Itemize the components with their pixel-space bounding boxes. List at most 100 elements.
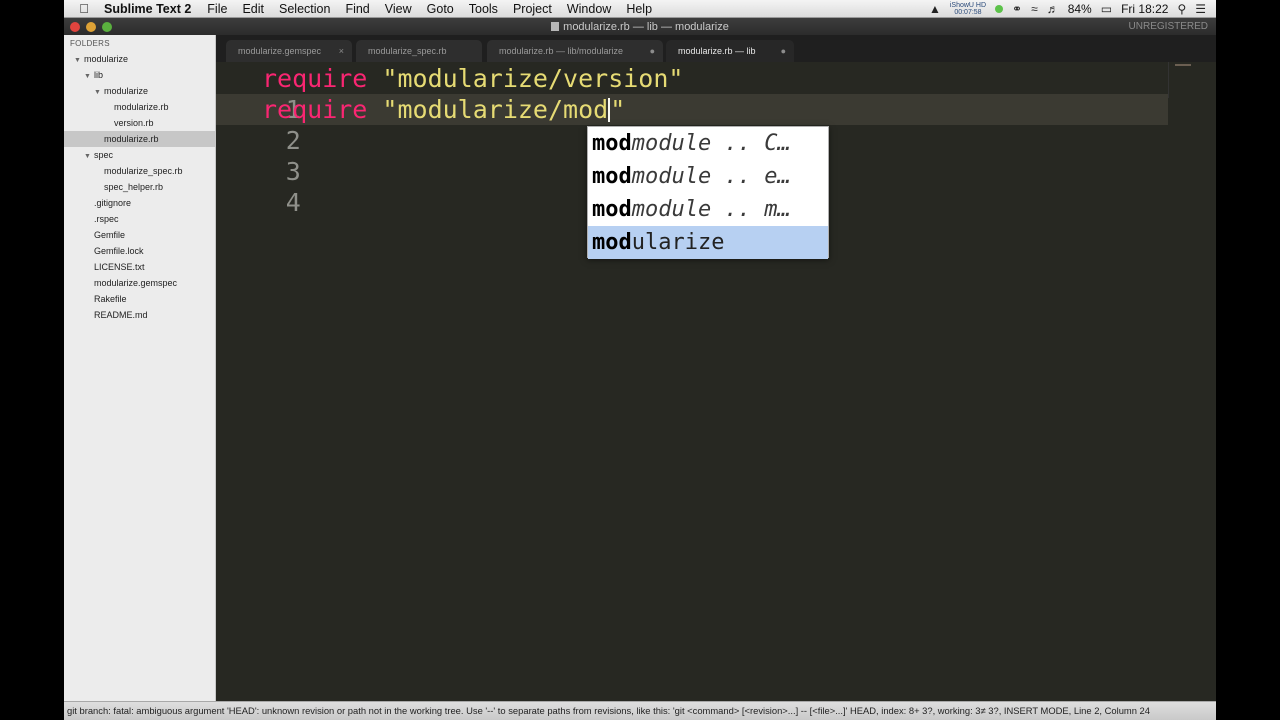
sidebar-file[interactable]: modularize.rb bbox=[64, 131, 216, 147]
recorder-status[interactable]: iShowU HD 00:07:58 bbox=[950, 2, 986, 16]
tab-label: modularize.rb — lib/modularize bbox=[499, 46, 624, 56]
tab-modularize-gemspec[interactable]: modularize.gemspec × bbox=[226, 40, 352, 62]
status-text: git branch: fatal: ambiguous argument 'H… bbox=[67, 705, 1150, 716]
code-line-3[interactable]: 3 bbox=[216, 125, 310, 186]
unsaved-dot-icon[interactable]: ● bbox=[781, 40, 786, 62]
menu-file[interactable]: File bbox=[207, 2, 227, 16]
menu-extras: ▲ iShowU HD 00:07:58 ⚭ ≈ ♬ 84% ▭ Fri 18:… bbox=[929, 2, 1216, 16]
sidebar-item-label: modularize bbox=[104, 86, 149, 96]
sidebar-file[interactable]: Gemfile bbox=[64, 227, 216, 243]
letterbox-left bbox=[0, 0, 64, 720]
sidebar-folder[interactable]: ▼ spec bbox=[64, 147, 216, 163]
autocomplete-item-selected[interactable]: modularize bbox=[588, 226, 828, 259]
menu-view[interactable]: View bbox=[385, 2, 412, 16]
close-window-button[interactable] bbox=[70, 21, 80, 32]
clock[interactable]: Fri 18:22 bbox=[1121, 2, 1168, 16]
zoom-window-button[interactable] bbox=[102, 21, 112, 32]
unregistered-label: UNREGISTERED bbox=[1128, 21, 1208, 32]
drive-icon[interactable]: ▲ bbox=[929, 2, 941, 16]
battery-percentage[interactable]: 84% bbox=[1068, 2, 1092, 16]
autocomplete-hint: module .. C… bbox=[631, 131, 791, 156]
menu-edit[interactable]: Edit bbox=[242, 2, 264, 16]
recorder-label: iShowU HD bbox=[949, 1, 987, 9]
sidebar-file[interactable]: modularize_spec.rb bbox=[64, 163, 216, 179]
sidebar-file[interactable]: Rakefile bbox=[64, 291, 216, 307]
autocomplete-match: mod bbox=[592, 164, 632, 189]
sidebar-item-label: Rakefile bbox=[94, 294, 127, 304]
code-line-1[interactable]: 1 require "modularize/version" bbox=[216, 63, 683, 124]
code-keyword: require bbox=[262, 95, 368, 124]
autocomplete-match: mod bbox=[592, 131, 632, 156]
window-controls bbox=[64, 21, 184, 32]
folders-header: FOLDERS bbox=[70, 39, 110, 48]
sidebar-file[interactable]: modularize.gemspec bbox=[64, 275, 216, 291]
sidebar-item-label: version.rb bbox=[114, 118, 154, 128]
sidebar-item-label: modularize.gemspec bbox=[94, 278, 178, 288]
menu-window[interactable]: Window bbox=[567, 2, 611, 16]
sidebar-file[interactable]: .gitignore bbox=[64, 195, 216, 211]
sidebar-item-label: .gitignore bbox=[94, 198, 132, 208]
letterbox-right bbox=[1216, 0, 1280, 720]
sidebar-folder[interactable]: ▼ lib bbox=[64, 67, 216, 83]
close-icon[interactable]: × bbox=[339, 40, 344, 62]
menu-help[interactable]: Help bbox=[626, 2, 652, 16]
spotlight-search-icon[interactable]: ⚲ bbox=[1177, 2, 1186, 16]
menu-tools[interactable]: Tools bbox=[469, 2, 498, 16]
tab-label: modularize.rb — lib bbox=[678, 46, 756, 56]
sidebar-file[interactable]: spec_helper.rb bbox=[64, 179, 216, 195]
minimize-window-button[interactable] bbox=[86, 21, 96, 32]
wifi-icon[interactable]: ≈ bbox=[1031, 2, 1038, 16]
window-title-bar[interactable]: modularize.rb — lib — modularize UNREGIS… bbox=[64, 18, 1216, 35]
minimap-viewport bbox=[1175, 64, 1191, 66]
sidebar-file[interactable]: version.rb bbox=[64, 115, 216, 131]
sidebar-file[interactable]: LICENSE.txt bbox=[64, 259, 216, 275]
sidebar: FOLDERS ▼ modularize ▼ lib ▼ modularize modula… bbox=[64, 35, 216, 701]
code-line-4[interactable]: 4 bbox=[216, 156, 310, 217]
menu-bar:  Sublime Text 2 File Edit Selection Fin… bbox=[64, 0, 1216, 18]
sidebar-item-label: LICENSE.txt bbox=[94, 262, 145, 272]
autocomplete-item[interactable]: modmodule .. m… bbox=[588, 193, 828, 226]
sidebar-folder[interactable]: ▼ modularize bbox=[64, 83, 216, 99]
sidebar-item-label: spec_helper.rb bbox=[104, 182, 164, 192]
sidebar-item-label: .rspec bbox=[94, 214, 119, 224]
sidebar-file[interactable]: modularize.rb bbox=[64, 99, 216, 115]
notifications-list-icon[interactable]: ☰ bbox=[1195, 2, 1206, 16]
sidebar-item-label: spec bbox=[94, 150, 114, 160]
apple-icon[interactable]:  bbox=[64, 1, 104, 16]
headphones-icon[interactable]: ⚭ bbox=[1012, 2, 1022, 16]
autocomplete-item[interactable]: modmodule .. e… bbox=[588, 160, 828, 193]
menu-selection[interactable]: Selection bbox=[279, 2, 330, 16]
document-icon bbox=[551, 21, 560, 31]
line-number: 4 bbox=[285, 188, 301, 217]
autocomplete-match: mod bbox=[592, 197, 632, 222]
sidebar-item-label: modularize.rb bbox=[104, 134, 159, 144]
sidebar-item-label: Gemfile.lock bbox=[94, 246, 144, 256]
code-line-2[interactable]: 2 require "modularize/mod" bbox=[216, 94, 625, 155]
tab-label: modularize.gemspec bbox=[238, 46, 322, 56]
recorder-time: 00:07:58 bbox=[954, 8, 982, 16]
sidebar-item-label: modularize.rb bbox=[114, 102, 169, 112]
menu-goto[interactable]: Goto bbox=[427, 2, 454, 16]
tab-modularize-rb-lib[interactable]: modularize.rb — lib ● bbox=[666, 40, 794, 62]
sidebar-item-label: Gemfile bbox=[94, 230, 126, 240]
menu-project[interactable]: Project bbox=[513, 2, 552, 16]
window-title: modularize.rb — lib — modularize bbox=[64, 21, 1216, 33]
battery-icon[interactable]: ▭ bbox=[1101, 2, 1112, 16]
sidebar-item-label: modularize bbox=[84, 54, 129, 64]
tab-modularize-rb-lib-modularize[interactable]: modularize.rb — lib/modularize ● bbox=[487, 40, 663, 62]
sidebar-file[interactable]: .rspec bbox=[64, 211, 216, 227]
sidebar-file[interactable]: Gemfile.lock bbox=[64, 243, 216, 259]
unsaved-dot-icon[interactable]: ● bbox=[650, 40, 655, 62]
menu-find[interactable]: Find bbox=[345, 2, 369, 16]
sidebar-file[interactable]: README.md bbox=[64, 307, 216, 323]
tab-modularize-spec[interactable]: modularize_spec.rb bbox=[356, 40, 482, 62]
sidebar-item-label: modularize_spec.rb bbox=[104, 166, 183, 176]
minimap[interactable] bbox=[1168, 62, 1216, 98]
autocomplete-item[interactable]: modmodule .. C… bbox=[588, 127, 828, 160]
menu-app-name[interactable]: Sublime Text 2 bbox=[104, 2, 191, 16]
tab-label: modularize_spec.rb bbox=[368, 46, 447, 56]
tab-bar: modularize.gemspec × modularize_spec.rb … bbox=[216, 35, 1216, 62]
sidebar-folder[interactable]: ▼ modularize bbox=[64, 51, 216, 67]
volume-icon[interactable]: ♬ bbox=[1047, 2, 1059, 16]
code-string: "modularize/version" bbox=[382, 64, 684, 93]
